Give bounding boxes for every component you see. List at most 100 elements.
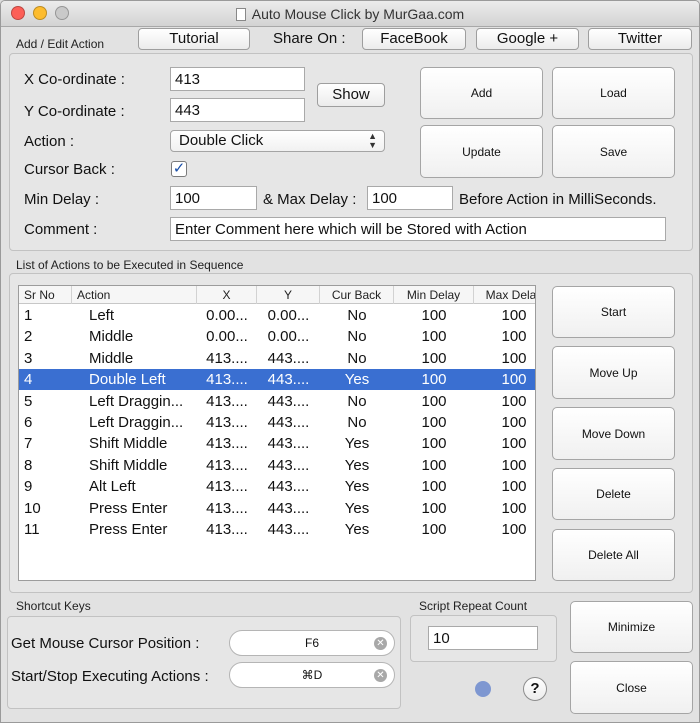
script-repeat-count-field[interactable]: 10 bbox=[428, 626, 538, 650]
title-bar: Auto Mouse Click by MurGaa.com bbox=[1, 1, 699, 27]
min-delay-field[interactable]: 100 bbox=[170, 186, 257, 210]
load-button[interactable]: Load bbox=[552, 67, 675, 119]
table-row[interactable]: 10 Press Enter 413.... 443.... Yes 100 100 bbox=[19, 498, 535, 519]
start-button[interactable]: Start bbox=[552, 286, 675, 338]
cell-sr-no: 1 bbox=[24, 307, 33, 324]
table-row[interactable]: 8 Shift Middle 413.... 443.... Yes 100 100 bbox=[19, 455, 535, 476]
move-up-button[interactable]: Move Up bbox=[552, 346, 675, 399]
minimize-button[interactable]: Minimize bbox=[570, 601, 693, 653]
table-row[interactable]: 11 Press Enter 413.... 443.... Yes 100 100 bbox=[19, 519, 535, 540]
share-on-label: Share On : bbox=[273, 30, 346, 47]
column-header-cur-back[interactable]: Cur Back bbox=[320, 286, 394, 304]
comment-label: Comment : bbox=[24, 221, 98, 238]
column-header-x[interactable]: X bbox=[197, 286, 257, 304]
clear-shortcut-icon[interactable]: ✕ bbox=[374, 637, 387, 650]
cell-x: 413.... bbox=[206, 349, 248, 367]
shortcut-keys-section-label: Shortcut Keys bbox=[16, 599, 91, 613]
table-header: Sr No Action X Y Cur Back Min Delay Max … bbox=[19, 286, 535, 304]
cell-y: 443.... bbox=[267, 371, 310, 389]
column-header-y[interactable]: Y bbox=[257, 286, 320, 304]
start-stop-shortcut-field[interactable]: ⌘D ✕ bbox=[229, 662, 395, 688]
table-row[interactable]: 9 Alt Left 413.... 443.... Yes 100 100 bbox=[19, 476, 535, 497]
tutorial-button[interactable]: Tutorial bbox=[138, 28, 250, 50]
actions-table[interactable]: Sr No Action X Y Cur Back Min Delay Max … bbox=[18, 285, 536, 581]
table-row[interactable]: 5 Left Draggin... 413.... 443.... No 100 100 bbox=[19, 391, 535, 412]
cell-action: Shift Middle bbox=[89, 456, 168, 474]
cursor-back-label: Cursor Back : bbox=[24, 161, 115, 178]
delete-button[interactable]: Delete bbox=[552, 468, 675, 520]
cell-min-delay: 100 bbox=[421, 371, 447, 389]
cell-min-delay: 100 bbox=[421, 414, 447, 431]
update-button[interactable]: Update bbox=[420, 125, 543, 178]
cell-y: 0.00... bbox=[267, 328, 310, 346]
cell-x: 413.... bbox=[206, 456, 248, 474]
comment-field[interactable]: Enter Comment here which will be Stored … bbox=[170, 217, 666, 241]
script-repeat-section-label: Script Repeat Count bbox=[419, 599, 528, 613]
cell-y: 0.00... bbox=[267, 307, 310, 324]
min-delay-label: Min Delay : bbox=[24, 191, 100, 208]
cell-cur-back: Yes bbox=[344, 521, 370, 538]
cell-y: 443.... bbox=[267, 392, 310, 410]
cell-y: 443.... bbox=[267, 456, 310, 474]
action-select[interactable]: Double Click ▲ ▼ bbox=[170, 130, 385, 152]
table-row[interactable]: 1 Left 0.00... 0.00... No 100 100 bbox=[19, 305, 535, 326]
table-row[interactable]: 4 Double Left 413.... 443.... Yes 100 100 bbox=[19, 369, 535, 391]
cell-max-delay: 100 bbox=[501, 521, 527, 538]
action-label: Action : bbox=[24, 133, 75, 150]
cell-x: 413.... bbox=[206, 414, 248, 431]
action-list-section-label: List of Actions to be Executed in Sequen… bbox=[16, 258, 244, 272]
column-header-min-delay[interactable]: Min Delay bbox=[394, 286, 474, 304]
cell-max-delay: 100 bbox=[501, 392, 527, 410]
add-edit-section-label: Add / Edit Action bbox=[16, 37, 105, 51]
cell-min-delay: 100 bbox=[421, 499, 447, 517]
cell-cur-back: Yes bbox=[344, 456, 370, 474]
cell-cur-back: No bbox=[347, 328, 367, 346]
document-icon bbox=[235, 8, 246, 21]
y-coordinate-field[interactable]: 443 bbox=[170, 98, 305, 122]
cell-cur-back: No bbox=[347, 392, 367, 410]
cell-y: 443.... bbox=[267, 499, 310, 517]
help-button[interactable]: ? bbox=[523, 677, 547, 701]
table-row[interactable]: 2 Middle 0.00... 0.00... No 100 100 bbox=[19, 326, 535, 347]
cell-sr-no: 3 bbox=[24, 349, 33, 367]
cell-action: Double Left bbox=[89, 371, 166, 389]
max-delay-label: & Max Delay : bbox=[263, 191, 357, 208]
cursor-back-checkbox[interactable]: ✓ bbox=[171, 161, 187, 177]
cell-min-delay: 100 bbox=[421, 349, 447, 367]
add-button[interactable]: Add bbox=[420, 67, 543, 119]
cell-cur-back: No bbox=[347, 307, 367, 324]
get-cursor-position-key: F6 bbox=[304, 636, 319, 650]
twitter-button[interactable]: Twitter bbox=[588, 28, 692, 50]
cell-action: Middle bbox=[89, 328, 134, 346]
max-delay-field[interactable]: 100 bbox=[367, 186, 453, 210]
column-header-max-delay[interactable]: Max Delay bbox=[474, 286, 535, 304]
facebook-button[interactable]: FaceBook bbox=[362, 28, 466, 50]
cell-action: Press Enter bbox=[89, 499, 168, 517]
clear-shortcut-icon[interactable]: ✕ bbox=[374, 669, 387, 682]
delete-all-button[interactable]: Delete All bbox=[552, 529, 675, 581]
column-header-action[interactable]: Action bbox=[72, 286, 197, 304]
table-row[interactable]: 6 Left Draggin... 413.... 443.... No 100 100 bbox=[19, 412, 535, 433]
cell-max-delay: 100 bbox=[501, 478, 527, 496]
cell-sr-no: 9 bbox=[24, 478, 33, 496]
cell-max-delay: 100 bbox=[501, 456, 527, 474]
cell-max-delay: 100 bbox=[501, 307, 527, 324]
google-plus-button[interactable]: Google + bbox=[476, 28, 579, 50]
table-row[interactable]: 7 Shift Middle 413.... 443.... Yes 100 100 bbox=[19, 433, 535, 454]
cell-y: 443.... bbox=[267, 435, 310, 453]
cell-max-delay: 100 bbox=[501, 414, 527, 431]
show-button[interactable]: Show bbox=[317, 83, 385, 107]
save-button[interactable]: Save bbox=[552, 125, 675, 178]
cell-action: Left Draggin... bbox=[89, 414, 184, 431]
cell-min-delay: 100 bbox=[421, 328, 447, 346]
cell-sr-no: 2 bbox=[24, 328, 33, 346]
cell-max-delay: 100 bbox=[501, 349, 527, 367]
table-row[interactable]: 3 Middle 413.... 443.... No 100 100 bbox=[19, 348, 535, 369]
select-arrows-icon: ▲ ▼ bbox=[368, 131, 377, 150]
close-button[interactable]: Close bbox=[570, 661, 693, 714]
get-cursor-position-shortcut-field[interactable]: F6 ✕ bbox=[229, 630, 395, 656]
column-header-sr-no[interactable]: Sr No bbox=[19, 286, 72, 304]
cell-sr-no: 4 bbox=[24, 371, 33, 389]
x-coordinate-field[interactable]: 413 bbox=[170, 67, 305, 91]
move-down-button[interactable]: Move Down bbox=[552, 407, 675, 460]
